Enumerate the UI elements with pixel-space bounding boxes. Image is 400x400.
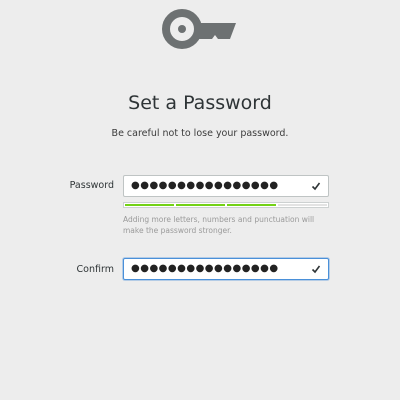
check-icon xyxy=(311,182,321,191)
page-title: Set a Password xyxy=(128,92,272,114)
key-icon xyxy=(162,9,236,49)
strength-segment xyxy=(227,204,276,206)
password-field[interactable]: ●●●●●●●●●●●●●●●● xyxy=(123,175,329,197)
strength-segment xyxy=(125,204,174,206)
check-icon xyxy=(311,265,321,274)
confirm-label: Confirm xyxy=(76,264,114,275)
confirm-password-field[interactable]: ●●●●●●●●●●●●●●●● xyxy=(123,258,329,280)
confirm-value: ●●●●●●●●●●●●●●●● xyxy=(131,263,279,274)
strength-segment xyxy=(176,204,225,206)
password-value: ●●●●●●●●●●●●●●●● xyxy=(131,180,279,191)
password-strength-hint: Adding more letters, numbers and punctua… xyxy=(123,215,315,235)
strength-segment xyxy=(278,204,327,206)
password-strength-bar xyxy=(123,202,329,208)
page-subtitle: Be careful not to lose your password. xyxy=(111,128,289,139)
password-label: Password xyxy=(69,180,114,191)
